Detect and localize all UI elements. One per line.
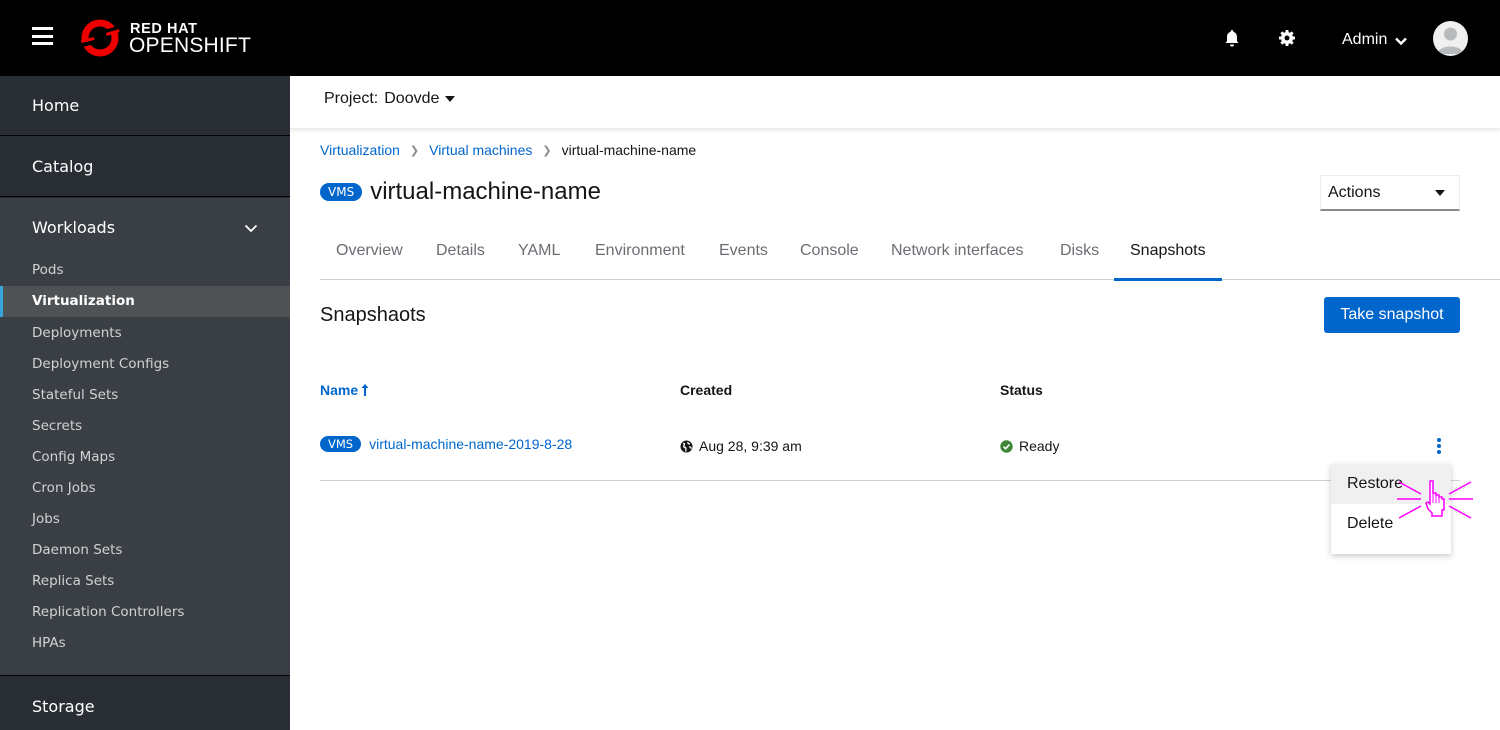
column-header-label: Name (320, 382, 359, 398)
cell-created: Aug 28, 9:39 am (680, 438, 802, 454)
sidebar-item-label: Virtualization (32, 293, 135, 309)
sidebar-item-label: Deployment Configs (32, 356, 170, 372)
tab-overview[interactable]: Overview (336, 231, 403, 280)
sidebar-item-label: Deployments (32, 325, 122, 341)
sidebar-item-pods[interactable]: Pods (0, 255, 290, 286)
user-avatar-icon (1438, 27, 1463, 54)
main-content: Project: Doovde Virtualization ❯ Virtual… (290, 76, 1500, 730)
sidebar-item-workloads[interactable]: Workloads (0, 198, 290, 258)
tab-snapshots[interactable]: Snapshots (1114, 231, 1222, 281)
sidebar-item-virtualization[interactable]: Virtualization (0, 286, 290, 317)
menu-item-restore[interactable]: Restore (1331, 464, 1451, 504)
sidebar-item-label: Home (32, 96, 80, 115)
tab-environment[interactable]: Environment (595, 231, 685, 280)
section-title: Snapshaots (320, 304, 426, 326)
openshift-logo[interactable]: RED HAT OPENSHIFT (78, 16, 251, 60)
sidebar-item-label: Replica Sets (32, 573, 115, 589)
check-circle-icon (1000, 439, 1013, 453)
menu-item-delete[interactable]: Delete (1331, 504, 1451, 544)
sidebar-item-catalog[interactable]: Catalog (0, 137, 290, 197)
sidebar-group-workloads: Workloads Pods Virtualization Deployment… (0, 198, 290, 676)
sidebar-item-deployment-configs[interactable]: Deployment Configs (0, 349, 290, 380)
sidebar-item-label: HPAs (32, 635, 66, 651)
tab-yaml[interactable]: YAML (518, 231, 560, 280)
tab-console[interactable]: Console (800, 231, 859, 280)
hamburger-menu-icon[interactable] (32, 27, 53, 45)
project-selector[interactable]: Project: Doovde (324, 90, 456, 108)
breadcrumb-current: virtual-machine-name (561, 142, 697, 158)
sidebar: Home Catalog Workloads Pods Virtualizati… (0, 76, 290, 730)
sidebar-item-home[interactable]: Home (0, 76, 290, 136)
breadcrumb: Virtualization ❯ Virtual machines ❯ virt… (320, 142, 696, 158)
sidebar-item-stateful-sets[interactable]: Stateful Sets (0, 380, 290, 411)
resource-badge: VMS (320, 183, 363, 201)
column-header-status: Status (1000, 382, 1043, 398)
sidebar-item-hpas[interactable]: HPAs (0, 628, 290, 659)
sidebar-item-storage[interactable]: Storage (0, 677, 290, 730)
tab-bar: Overview Details YAML Environment Events… (320, 231, 1500, 281)
sort-ascending-icon (361, 384, 369, 396)
resource-badge: VMS (320, 436, 362, 452)
chevron-down-icon (244, 224, 258, 233)
sidebar-item-config-maps[interactable]: Config Maps (0, 442, 290, 473)
breadcrumb-virtual-machines[interactable]: Virtual machines (429, 142, 532, 158)
sidebar-item-replication-controllers[interactable]: Replication Controllers (0, 597, 290, 628)
sidebar-item-cron-jobs[interactable]: Cron Jobs (0, 473, 290, 504)
chevron-right-icon: ❯ (542, 144, 552, 157)
tab-disks[interactable]: Disks (1060, 231, 1099, 280)
sidebar-item-label: Jobs (32, 511, 60, 527)
avatar[interactable] (1433, 21, 1468, 56)
globe-icon (680, 440, 693, 452)
kebab-menu-icon[interactable] (1430, 436, 1448, 456)
openshift-ring-icon (81, 19, 120, 57)
sidebar-item-deployments[interactable]: Deployments (0, 318, 290, 349)
breadcrumb-virtualization[interactable]: Virtualization (320, 142, 400, 158)
sidebar-item-secrets[interactable]: Secrets (0, 411, 290, 442)
sidebar-item-label: Stateful Sets (32, 387, 119, 403)
tab-details[interactable]: Details (436, 231, 485, 280)
sidebar-item-jobs[interactable]: Jobs (0, 504, 290, 535)
page-header: VMS virtual-machine-name (320, 178, 601, 206)
user-name: Admin (1342, 31, 1388, 48)
snapshot-name-link[interactable]: virtual-machine-name-2019-8-28 (369, 436, 572, 452)
sidebar-item-label: Secrets (32, 418, 83, 434)
table-row: VMS virtual-machine-name-2019-8-28 Aug 2… (320, 420, 1460, 481)
page-title: virtual-machine-name (370, 178, 601, 205)
caret-down-icon (1435, 190, 1445, 196)
column-header-name[interactable]: Name (320, 382, 369, 398)
user-menu-toggle[interactable]: Admin (1342, 31, 1408, 49)
column-header-created: Created (680, 382, 733, 398)
row-actions-menu: Restore Delete (1331, 464, 1451, 554)
project-label: Project: (324, 90, 379, 107)
chevron-right-icon: ❯ (409, 144, 420, 157)
tab-network-interfaces[interactable]: Network interfaces (891, 231, 1024, 280)
sidebar-item-daemon-sets[interactable]: Daemon Sets (0, 535, 290, 566)
status-text: Ready (1019, 438, 1060, 454)
sidebar-item-label: Catalog (32, 157, 94, 176)
sidebar-item-label: Config Maps (32, 449, 116, 465)
caret-down-icon (445, 96, 456, 102)
gear-icon[interactable] (1277, 28, 1297, 48)
actions-label: Actions (1328, 184, 1381, 201)
brand-line-2: OPENSHIFT (129, 34, 251, 57)
sidebar-item-label: Cron Jobs (32, 480, 96, 496)
created-timestamp: Aug 28, 9:39 am (699, 438, 802, 454)
sidebar-item-replica-sets[interactable]: Replica Sets (0, 566, 290, 597)
chevron-down-icon (1395, 37, 1408, 46)
project-value: Doovde (384, 90, 440, 107)
project-bar: Project: Doovde (290, 76, 1500, 129)
sidebar-item-label: Workloads (32, 218, 116, 237)
cell-status: Ready (1000, 438, 1059, 454)
sidebar-item-label: Pods (32, 262, 64, 278)
sidebar-item-label: Daemon Sets (32, 542, 123, 558)
take-snapshot-button[interactable]: Take snapshot (1324, 297, 1460, 333)
tab-events[interactable]: Events (719, 231, 768, 280)
sidebar-item-label: Replication Controllers (32, 604, 185, 620)
bell-icon[interactable] (1222, 28, 1242, 48)
masthead: RED HAT OPENSHIFT Admin (0, 0, 1500, 76)
sidebar-item-label: Storage (32, 697, 95, 716)
actions-dropdown[interactable]: Actions (1320, 175, 1460, 211)
cell-name: VMS virtual-machine-name-2019-8-28 (320, 436, 572, 452)
